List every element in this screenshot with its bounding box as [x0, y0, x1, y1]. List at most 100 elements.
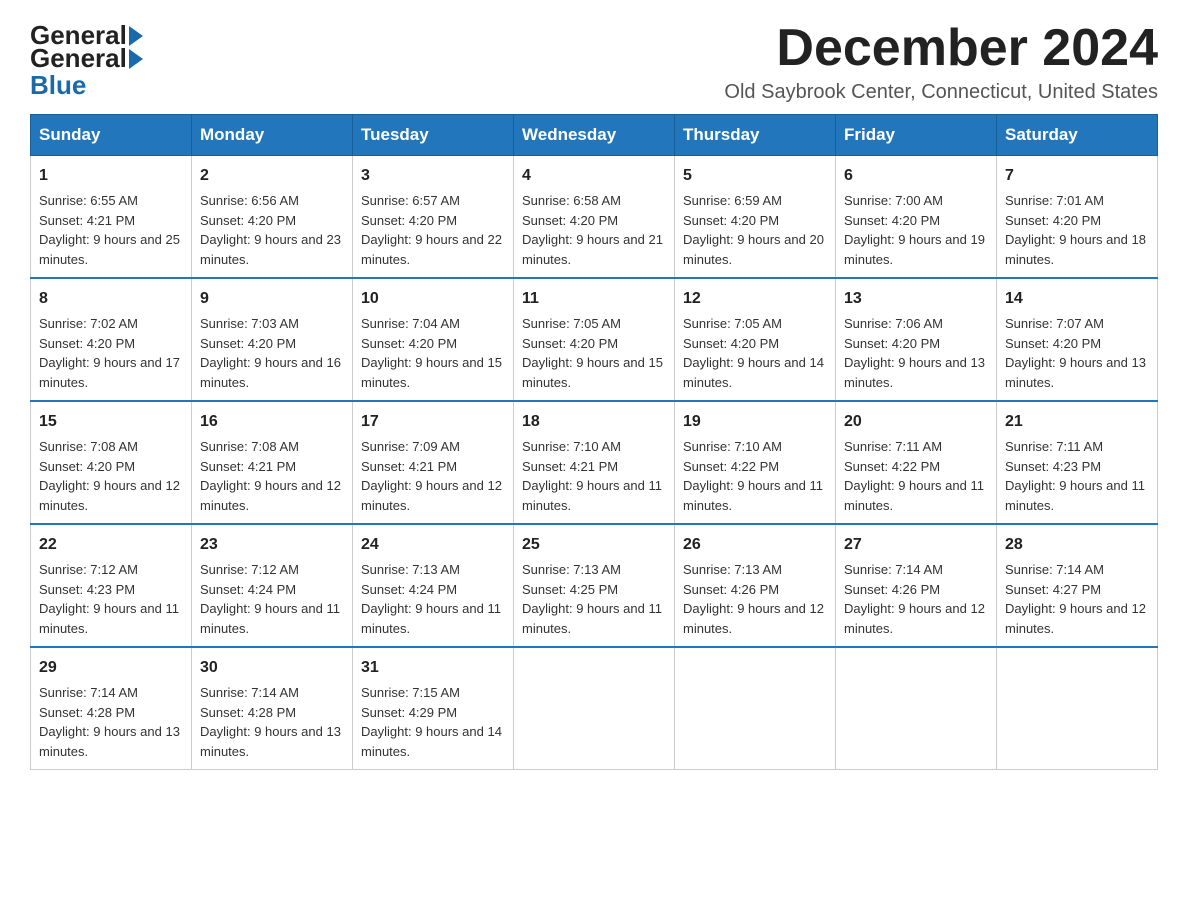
table-row: 9Sunrise: 7:03 AMSunset: 4:20 PMDaylight…: [192, 278, 353, 401]
day-info: Sunrise: 7:12 AMSunset: 4:24 PMDaylight:…: [200, 560, 344, 638]
day-number: 16: [200, 410, 344, 434]
table-row: 23Sunrise: 7:12 AMSunset: 4:24 PMDayligh…: [192, 524, 353, 647]
day-info: Sunrise: 7:13 AMSunset: 4:25 PMDaylight:…: [522, 560, 666, 638]
location-subtitle: Old Saybrook Center, Connecticut, United…: [724, 81, 1158, 104]
day-info: Sunrise: 7:05 AMSunset: 4:20 PMDaylight:…: [522, 314, 666, 392]
day-info: Sunrise: 7:00 AMSunset: 4:20 PMDaylight:…: [844, 191, 988, 269]
day-number: 25: [522, 533, 666, 557]
day-number: 12: [683, 287, 827, 311]
logo: General General Blue: [30, 20, 145, 101]
day-number: 17: [361, 410, 505, 434]
day-number: 24: [361, 533, 505, 557]
day-info: Sunrise: 7:10 AMSunset: 4:22 PMDaylight:…: [683, 437, 827, 515]
day-info: Sunrise: 7:07 AMSunset: 4:20 PMDaylight:…: [1005, 314, 1149, 392]
day-info: Sunrise: 7:13 AMSunset: 4:26 PMDaylight:…: [683, 560, 827, 638]
page-header: General General Blue December 2024 Old S…: [30, 20, 1158, 104]
table-row: 1 Sunrise: 6:55 AMSunset: 4:21 PMDaylight…: [31, 156, 192, 279]
table-row: 30 Sunrise: 7:14 AMSunset: 4:28 PMDayligh…: [192, 647, 353, 770]
logo-arrow-icon2: [129, 49, 143, 69]
day-info: Sunrise: 7:11 AMSunset: 4:23 PMDaylight:…: [1005, 437, 1149, 515]
day-info: Sunrise: 7:14 AMSunset: 4:26 PMDaylight:…: [844, 560, 988, 638]
table-row: [514, 647, 675, 770]
day-number: 31: [361, 656, 505, 680]
table-row: 7 Sunrise: 7:01 AMSunset: 4:20 PMDaylight…: [997, 156, 1158, 279]
day-number: 13: [844, 287, 988, 311]
month-year-title: December 2024: [724, 20, 1158, 77]
day-info: Sunrise: 7:14 AMSunset: 4:28 PMDaylight:…: [200, 683, 344, 761]
col-saturday: Saturday: [997, 115, 1158, 156]
table-row: 25 Sunrise: 7:13 AMSunset: 4:25 PMDayligh…: [514, 524, 675, 647]
day-number: 10: [361, 287, 505, 311]
day-number: 27: [844, 533, 988, 557]
logo-blue-text: Blue: [30, 70, 86, 100]
day-info: Sunrise: 7:14 AMSunset: 4:28 PMDaylight:…: [39, 683, 183, 761]
table-row: 4Sunrise: 6:58 AMSunset: 4:20 PMDaylight…: [514, 156, 675, 279]
day-info: Sunrise: 7:04 AMSunset: 4:20 PMDaylight:…: [361, 314, 505, 392]
day-info: Sunrise: 7:08 AMSunset: 4:21 PMDaylight:…: [200, 437, 344, 515]
calendar-week-5: 29 Sunrise: 7:14 AMSunset: 4:28 PMDayligh…: [31, 647, 1158, 770]
day-info: Sunrise: 7:12 AMSunset: 4:23 PMDaylight:…: [39, 560, 183, 638]
day-number: 19: [683, 410, 827, 434]
col-tuesday: Tuesday: [353, 115, 514, 156]
calendar-week-1: 1 Sunrise: 6:55 AMSunset: 4:21 PMDaylight…: [31, 156, 1158, 279]
table-row: 15 Sunrise: 7:08 AMSunset: 4:20 PMDayligh…: [31, 401, 192, 524]
day-number: 21: [1005, 410, 1149, 434]
day-number: 4: [522, 164, 666, 188]
table-row: 2 Sunrise: 6:56 AMSunset: 4:20 PMDaylight…: [192, 156, 353, 279]
day-info: Sunrise: 6:55 AMSunset: 4:21 PMDaylight:…: [39, 191, 183, 269]
day-number: 26: [683, 533, 827, 557]
table-row: 18Sunrise: 7:10 AMSunset: 4:21 PMDayligh…: [514, 401, 675, 524]
table-row: 29 Sunrise: 7:14 AMSunset: 4:28 PMDayligh…: [31, 647, 192, 770]
day-number: 29: [39, 656, 183, 680]
calendar-week-4: 22Sunrise: 7:12 AMSunset: 4:23 PMDayligh…: [31, 524, 1158, 647]
calendar-week-3: 15 Sunrise: 7:08 AMSunset: 4:20 PMDayligh…: [31, 401, 1158, 524]
table-row: 3 Sunrise: 6:57 AMSunset: 4:20 PMDaylight…: [353, 156, 514, 279]
table-row: [997, 647, 1158, 770]
day-info: Sunrise: 7:08 AMSunset: 4:20 PMDaylight:…: [39, 437, 183, 515]
table-row: 22Sunrise: 7:12 AMSunset: 4:23 PMDayligh…: [31, 524, 192, 647]
title-area: December 2024 Old Saybrook Center, Conne…: [724, 20, 1158, 104]
day-number: 11: [522, 287, 666, 311]
day-info: Sunrise: 6:56 AMSunset: 4:20 PMDaylight:…: [200, 191, 344, 269]
day-info: Sunrise: 6:59 AMSunset: 4:20 PMDaylight:…: [683, 191, 827, 269]
table-row: [675, 647, 836, 770]
table-row: 13 Sunrise: 7:06 AMSunset: 4:20 PMDayligh…: [836, 278, 997, 401]
day-number: 7: [1005, 164, 1149, 188]
day-info: Sunrise: 7:09 AMSunset: 4:21 PMDaylight:…: [361, 437, 505, 515]
day-number: 15: [39, 410, 183, 434]
table-row: 28 Sunrise: 7:14 AMSunset: 4:27 PMDayligh…: [997, 524, 1158, 647]
day-info: Sunrise: 7:05 AMSunset: 4:20 PMDaylight:…: [683, 314, 827, 392]
day-number: 30: [200, 656, 344, 680]
day-number: 14: [1005, 287, 1149, 311]
day-number: 3: [361, 164, 505, 188]
day-info: Sunrise: 7:06 AMSunset: 4:20 PMDaylight:…: [844, 314, 988, 392]
table-row: 8Sunrise: 7:02 AMSunset: 4:20 PMDaylight…: [31, 278, 192, 401]
day-number: 9: [200, 287, 344, 311]
day-number: 5: [683, 164, 827, 188]
day-info: Sunrise: 7:02 AMSunset: 4:20 PMDaylight:…: [39, 314, 183, 392]
table-row: 14 Sunrise: 7:07 AMSunset: 4:20 PMDayligh…: [997, 278, 1158, 401]
table-row: 10 Sunrise: 7:04 AMSunset: 4:20 PMDayligh…: [353, 278, 514, 401]
table-row: 6 Sunrise: 7:00 AMSunset: 4:20 PMDaylight…: [836, 156, 997, 279]
table-row: 27 Sunrise: 7:14 AMSunset: 4:26 PMDayligh…: [836, 524, 997, 647]
table-row: 31 Sunrise: 7:15 AMSunset: 4:29 PMDayligh…: [353, 647, 514, 770]
day-info: Sunrise: 6:57 AMSunset: 4:20 PMDaylight:…: [361, 191, 505, 269]
table-row: 12 Sunrise: 7:05 AMSunset: 4:20 PMDayligh…: [675, 278, 836, 401]
day-number: 6: [844, 164, 988, 188]
day-number: 20: [844, 410, 988, 434]
day-info: Sunrise: 7:11 AMSunset: 4:22 PMDaylight:…: [844, 437, 988, 515]
day-number: 1: [39, 164, 183, 188]
table-row: 21 Sunrise: 7:11 AMSunset: 4:23 PMDayligh…: [997, 401, 1158, 524]
table-row: 26 Sunrise: 7:13 AMSunset: 4:26 PMDayligh…: [675, 524, 836, 647]
day-number: 18: [522, 410, 666, 434]
table-row: 11 Sunrise: 7:05 AMSunset: 4:20 PMDayligh…: [514, 278, 675, 401]
table-row: 16 Sunrise: 7:08 AMSunset: 4:21 PMDayligh…: [192, 401, 353, 524]
table-row: 20 Sunrise: 7:11 AMSunset: 4:22 PMDayligh…: [836, 401, 997, 524]
day-number: 2: [200, 164, 344, 188]
day-info: Sunrise: 7:01 AMSunset: 4:20 PMDaylight:…: [1005, 191, 1149, 269]
day-number: 28: [1005, 533, 1149, 557]
table-row: 24Sunrise: 7:13 AMSunset: 4:24 PMDayligh…: [353, 524, 514, 647]
day-info: Sunrise: 7:15 AMSunset: 4:29 PMDaylight:…: [361, 683, 505, 761]
day-info: Sunrise: 7:14 AMSunset: 4:27 PMDaylight:…: [1005, 560, 1149, 638]
col-wednesday: Wednesday: [514, 115, 675, 156]
